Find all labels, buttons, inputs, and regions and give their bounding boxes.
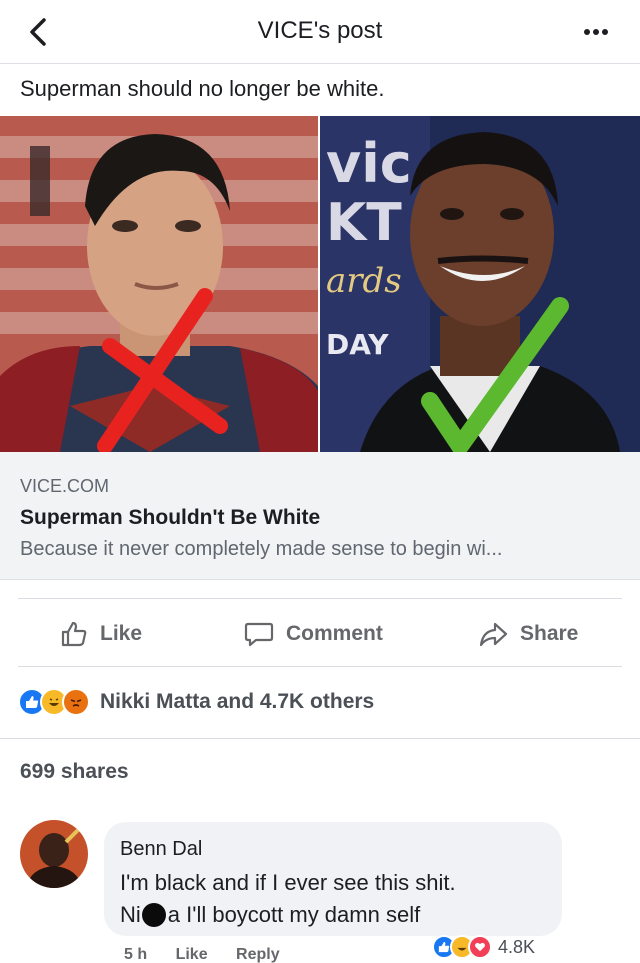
avatar[interactable]	[20, 820, 88, 888]
comment-text-line: I'm black and if I ever see this shit.	[120, 870, 456, 895]
link-description: Because it never completely made sense t…	[20, 538, 503, 560]
page-title: VICE's post	[257, 17, 383, 44]
reactions-text: Nikki Matta and 4.7K others	[100, 690, 375, 713]
more-dots-icon	[584, 29, 590, 35]
divider	[0, 738, 640, 739]
love-reaction-icon	[468, 935, 492, 959]
link-preview[interactable]: VICE.COM Superman Shouldn't Be White Bec…	[0, 452, 640, 580]
svg-text:KT: KT	[326, 193, 402, 253]
post-text: Superman should no longer be white.	[20, 76, 385, 101]
svg-text:ards: ards	[326, 261, 402, 301]
svg-text:vic: vic	[326, 132, 412, 195]
link-title: Superman Shouldn't Be White	[20, 506, 321, 529]
comment-reaction-count: 4.8K	[498, 936, 536, 957]
divider	[18, 598, 622, 599]
share-button[interactable]: Share	[478, 618, 578, 650]
comment-button[interactable]: Comment	[244, 618, 383, 650]
thumbs-up-icon	[61, 621, 87, 647]
comment-time: 5 h	[124, 946, 148, 963]
like-button[interactable]: Like	[60, 618, 142, 650]
more-options-button[interactable]	[584, 22, 618, 42]
comment-text-line: Ni a I'll boycott my damn self	[120, 902, 421, 927]
link-domain: VICE.COM	[20, 476, 110, 496]
comment-reactions[interactable]: 4.8K	[432, 935, 535, 959]
comment-footer: 5 h Like Reply	[124, 946, 304, 963]
comment-bubble-icon	[244, 622, 274, 647]
comment-author[interactable]: Benn Dal	[120, 838, 202, 861]
reactions-summary[interactable]: Nikki Matta and 4.7K others	[18, 686, 374, 718]
svg-text:DAY: DAY	[326, 328, 389, 361]
post-header: VICE's post	[0, 0, 640, 64]
angry-reaction-icon	[62, 688, 90, 716]
shares-count[interactable]: 699 shares	[20, 760, 129, 784]
comment-like-link[interactable]: Like	[176, 946, 208, 963]
share-arrow-icon	[479, 622, 508, 647]
superman-photo[interactable]	[0, 116, 318, 452]
divider	[18, 666, 622, 667]
comment-reply-link[interactable]: Reply	[236, 946, 280, 963]
actor-photo[interactable]: vic KT ards DAY	[320, 116, 640, 452]
censor-blot	[141, 903, 166, 927]
comment-bubble: Benn Dal I'm black and if I ever see thi…	[104, 822, 562, 936]
